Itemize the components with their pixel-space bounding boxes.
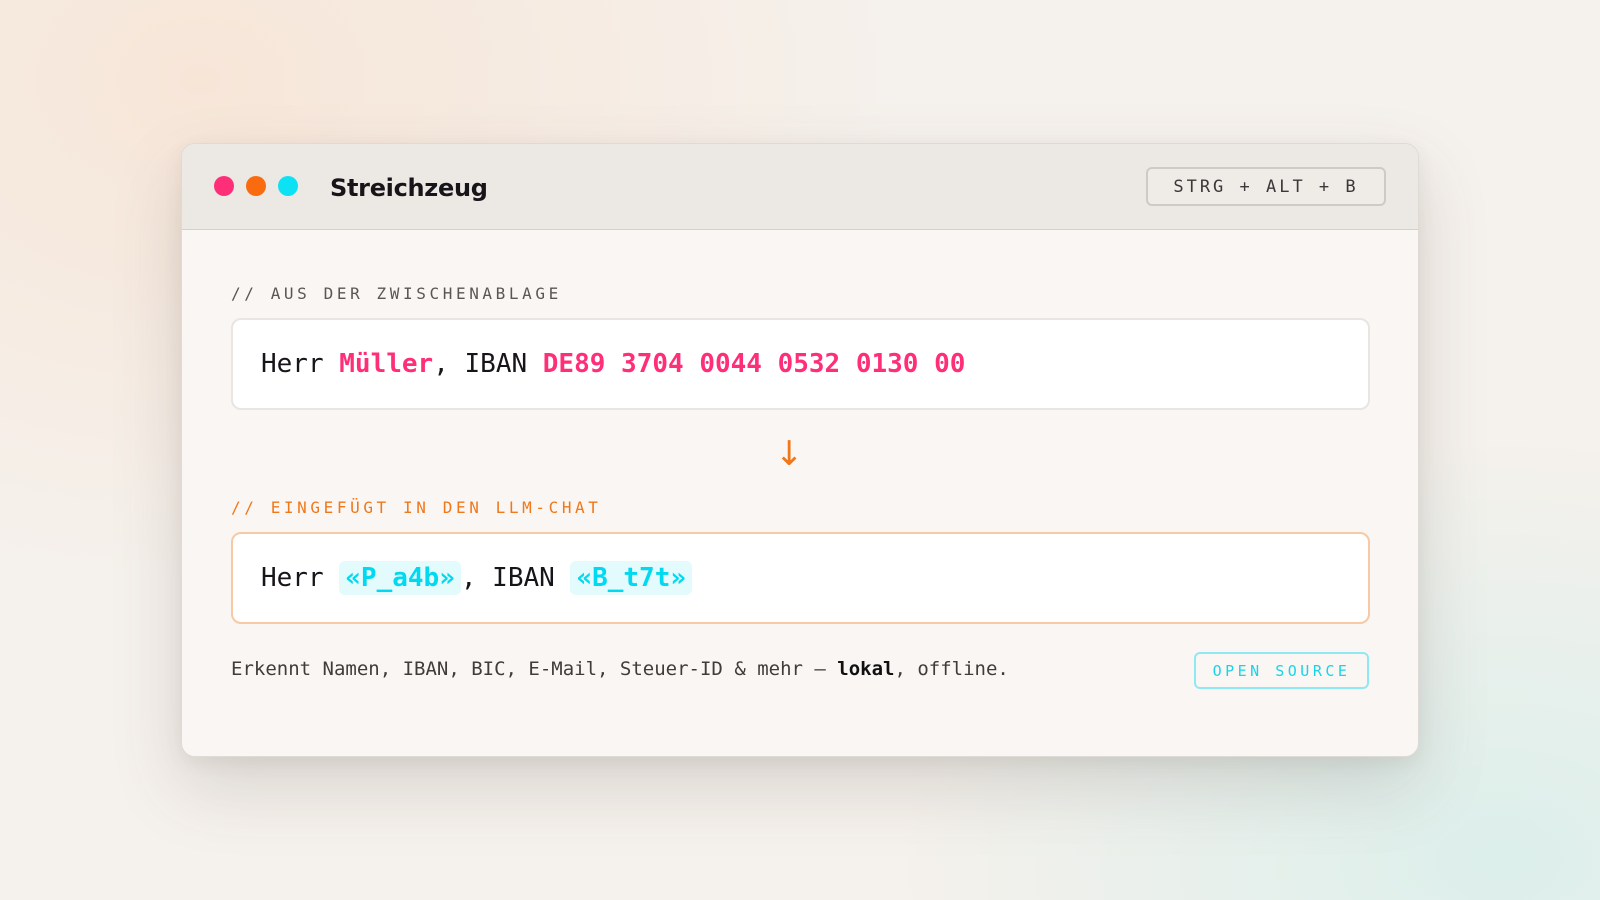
footer-text-after: , offline. [894,658,1009,680]
open-source-badge[interactable]: OPEN SOURCE [1194,652,1369,689]
detected-iban: DE89 3704 0044 0532 0130 00 [542,349,966,379]
name-token: «P_a4b» [339,561,461,595]
source-section-label: // AUS DER ZWISCHENABLAGE [231,284,562,303]
keyboard-shortcut-badge: STRG + ALT + B [1146,167,1386,206]
app-title: Streichzeug [330,174,488,202]
title-bar: Streichzeug STRG + ALT + B [182,144,1418,230]
close-window-button[interactable] [214,176,234,196]
minimize-window-button[interactable] [246,176,266,196]
target-prefix: Herr [261,563,340,593]
clipboard-text-box: Herr Müller, IBAN DE89 3704 0044 0532 01… [231,318,1370,410]
detected-name: Müller [339,349,434,379]
target-middle: , IBAN [460,563,571,593]
source-middle: , IBAN [433,349,543,379]
iban-token: «B_t7t» [570,561,693,595]
footer-text-before: Erkennt Namen, IBAN, BIC, E-Mail, Steuer… [231,658,838,680]
arrow-down-icon: ↓ [775,434,804,474]
app-window: Streichzeug STRG + ALT + B // AUS DER ZW… [181,143,1419,757]
maximize-window-button[interactable] [278,176,298,196]
footer-description: Erkennt Namen, IBAN, BIC, E-Mail, Steuer… [231,658,1009,680]
llm-chat-text-box: Herr «P_a4b», IBAN «B_t7t» [231,532,1370,624]
source-prefix: Herr [261,349,340,379]
target-section-label: // EINGEFÜGT IN DEN LLM-CHAT [231,498,602,517]
footer-bold-word: lokal [837,658,895,680]
